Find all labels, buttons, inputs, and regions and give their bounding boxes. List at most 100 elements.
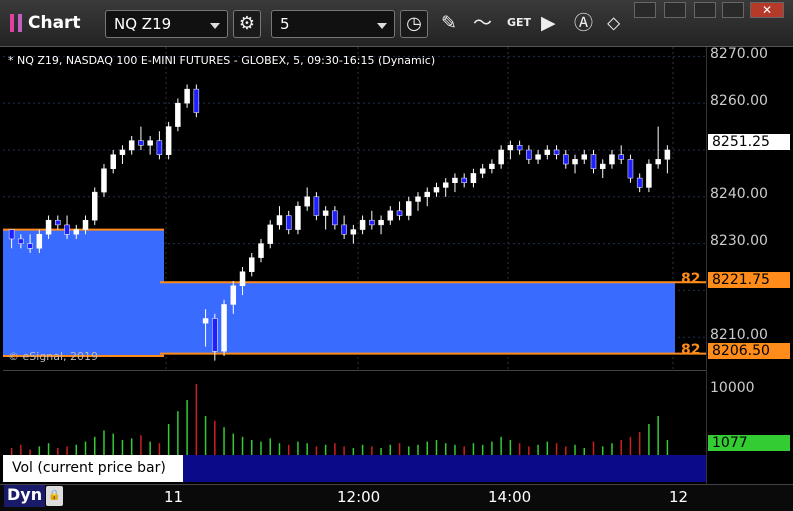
price-axis-label: 8230.00 — [710, 233, 768, 249]
lower-level-tag: 8206.50 — [708, 343, 790, 359]
candle-body — [73, 229, 80, 235]
chevron-down-icon[interactable] — [377, 23, 387, 29]
candle-body — [18, 238, 24, 244]
candle-body — [45, 219, 52, 235]
candle-body — [267, 224, 273, 244]
price-axis-label: 8240.00 — [710, 186, 768, 202]
candle-body — [479, 168, 486, 174]
candle-body — [378, 219, 384, 226]
candle-body — [276, 215, 283, 226]
candle-body — [452, 177, 458, 184]
price-chart[interactable] — [3, 47, 706, 370]
candle-body — [369, 219, 375, 226]
alert-icon[interactable]: Ⓐ — [574, 12, 593, 34]
candle-body — [55, 219, 61, 226]
candle-body — [304, 196, 310, 207]
candle-body — [82, 219, 89, 230]
candle-body — [433, 187, 440, 193]
dynamic-button[interactable]: Dyn — [4, 485, 46, 507]
candle-body — [295, 205, 301, 230]
chart-description: * NQ Z19, NASDAQ 100 E-MINI FUTURES - GL… — [8, 54, 436, 67]
candle-body — [470, 173, 477, 184]
chevron-down-icon[interactable] — [210, 23, 220, 29]
lock-icon[interactable]: 🔒 — [46, 486, 63, 506]
price-axis-label: 8270.00 — [710, 46, 768, 62]
volume-svg — [10, 384, 669, 456]
candle-body — [442, 182, 449, 188]
candle-body — [332, 210, 338, 226]
lower-level-side-label: 82 — [681, 342, 701, 358]
time-label: 14:00 — [488, 488, 532, 506]
candle-body — [636, 177, 643, 188]
candle-body — [544, 149, 551, 155]
candle-body — [415, 196, 421, 202]
time-label: 12 — [669, 488, 689, 506]
candle-body — [156, 140, 163, 155]
candle-body — [175, 102, 181, 127]
minimize-button[interactable] — [694, 2, 716, 18]
candle-body — [581, 154, 588, 160]
candle-body — [36, 233, 43, 249]
candle-body — [212, 318, 218, 352]
app-logo-icon — [10, 14, 22, 32]
link-button[interactable] — [634, 2, 656, 18]
candle-body — [341, 224, 347, 235]
symbol-value: NQ Z19 — [114, 15, 172, 33]
candle-body — [239, 271, 246, 286]
candle-body — [609, 154, 615, 165]
candle-body — [516, 145, 523, 151]
indicator-icon[interactable]: 〜 — [473, 12, 492, 34]
candle-body — [110, 154, 116, 169]
candle-body — [396, 210, 403, 216]
close-button[interactable]: ✕ — [750, 2, 784, 18]
price-axis[interactable] — [706, 47, 793, 484]
maximize-button[interactable] — [722, 2, 744, 18]
candle-body — [664, 149, 671, 160]
candle-body — [526, 149, 532, 160]
candle-body — [618, 154, 624, 160]
volume-panel[interactable] — [3, 370, 706, 456]
study-label[interactable]: Vol (current price bar) — [3, 455, 183, 482]
candle-body — [563, 154, 569, 165]
candle-body — [128, 140, 135, 151]
candle-body — [138, 140, 144, 146]
tag-icon[interactable]: ⬦ — [607, 12, 620, 34]
price-chart-svg — [3, 47, 706, 370]
candle-body — [285, 215, 292, 230]
play-icon[interactable]: ▶ — [541, 12, 556, 34]
candle-body — [461, 177, 467, 184]
get-icon[interactable]: GET — [507, 12, 531, 34]
pencil-icon[interactable]: ✎ — [441, 12, 457, 34]
settings-gear-icon[interactable]: ⚙ — [233, 10, 261, 38]
symbol-input[interactable]: NQ Z19 — [105, 10, 228, 38]
upper-level-side-label: 82 — [681, 271, 701, 287]
candle-body — [8, 229, 15, 240]
price-axis-label: 8210.00 — [710, 327, 768, 343]
support-zone — [160, 282, 675, 354]
candle-body — [64, 224, 70, 235]
candle-body — [498, 149, 504, 165]
candle-body — [553, 149, 560, 155]
candle-body — [119, 149, 126, 155]
candle-body — [313, 196, 320, 216]
candle-body — [193, 88, 200, 113]
candle-body — [147, 140, 153, 146]
candle-body — [202, 318, 209, 324]
restore-button[interactable] — [664, 2, 686, 18]
close-icon[interactable]: ✖ — [170, 456, 179, 469]
interval-input[interactable]: 5 — [271, 10, 395, 38]
candle-body — [387, 210, 394, 221]
candle-body — [258, 243, 264, 258]
candle-body — [646, 163, 652, 188]
candle-body — [507, 145, 514, 151]
candle-body — [590, 154, 597, 169]
candle-body — [535, 154, 541, 160]
candle-body — [165, 126, 172, 155]
volume-axis-label: 10000 — [710, 380, 755, 396]
price-axis-label: 8260.00 — [710, 93, 768, 109]
interval-value: 5 — [280, 15, 290, 33]
candle-body — [627, 159, 634, 179]
candle-body — [350, 229, 357, 235]
clock-icon[interactable]: ◷ — [400, 10, 428, 38]
candle-body — [406, 201, 412, 216]
